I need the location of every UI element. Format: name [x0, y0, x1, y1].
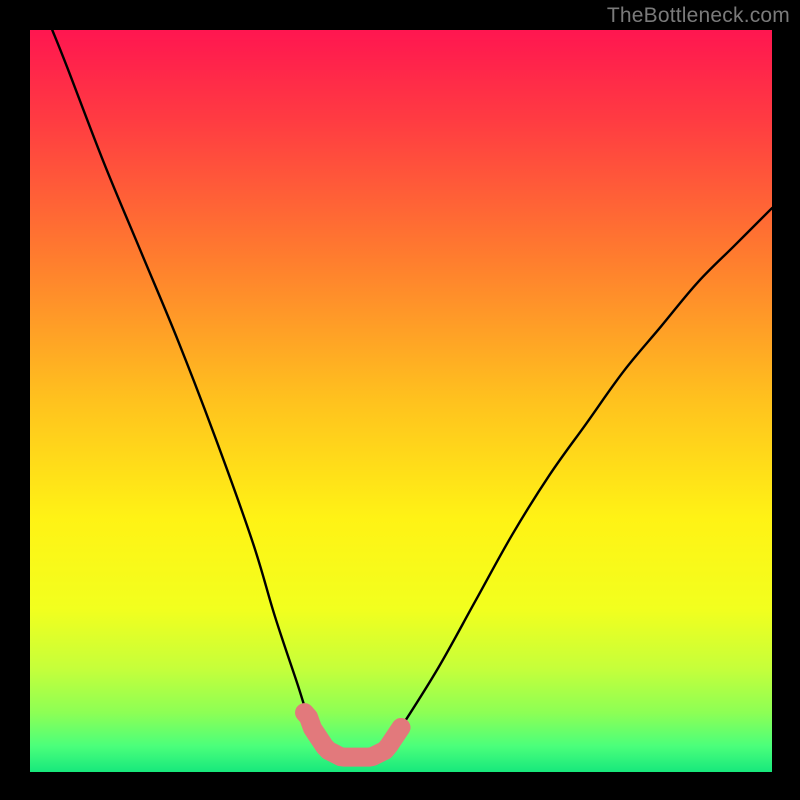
plot-background — [30, 30, 772, 772]
attribution-watermark: TheBottleneck.com — [607, 4, 790, 28]
chart-frame: TheBottleneck.com — [0, 0, 800, 800]
bottleneck-chart — [0, 0, 800, 800]
